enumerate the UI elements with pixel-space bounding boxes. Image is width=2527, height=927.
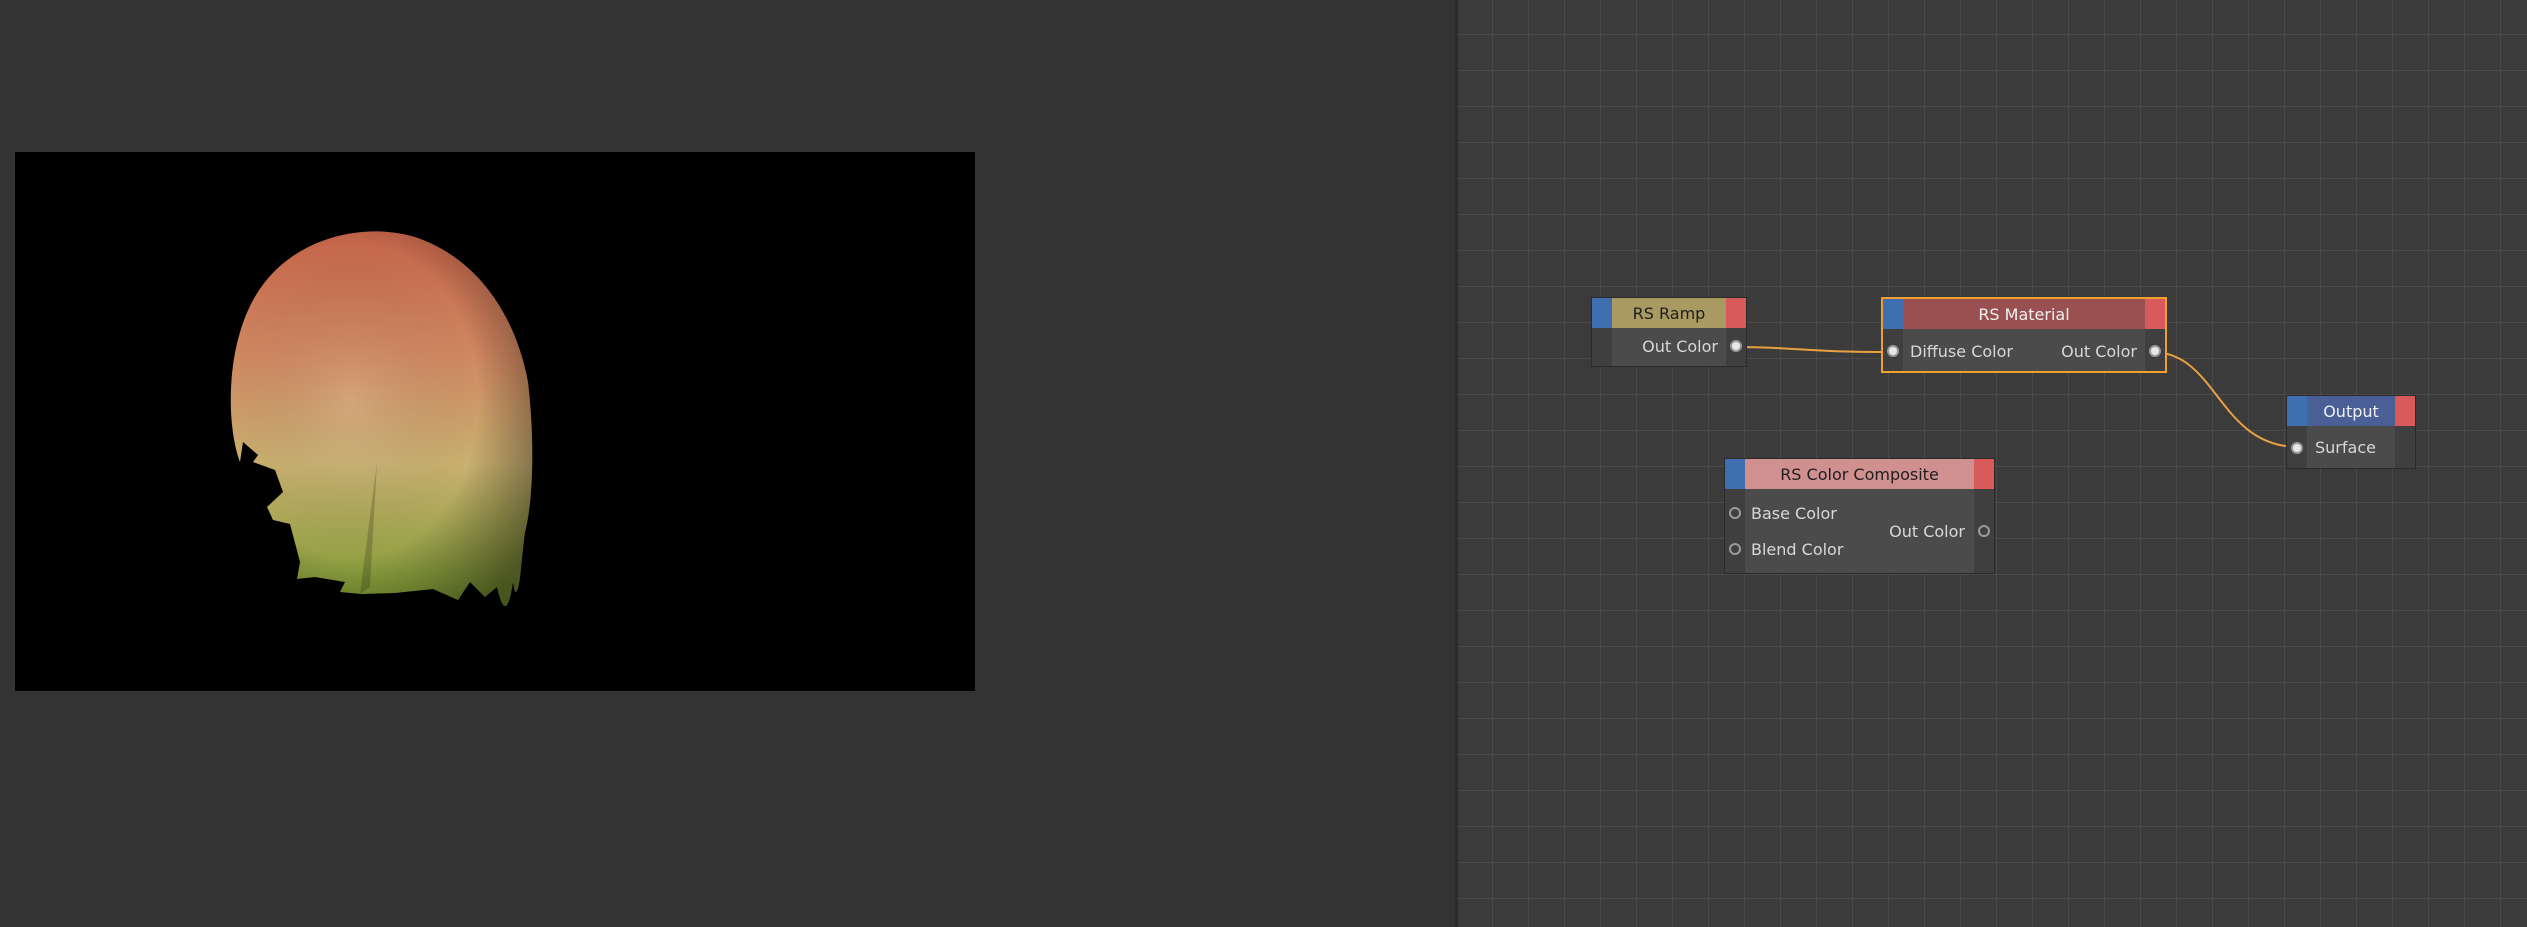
rs-material-node[interactable]: RS Material Diffuse Color Out Color [1881, 297, 2167, 373]
rs-ramp-output-tab[interactable] [1726, 298, 1746, 328]
rs-ramp-header[interactable]: RS Ramp [1592, 298, 1746, 328]
output-node[interactable]: Output Surface [2286, 395, 2416, 469]
rs-color-composite-blend-color-label: Blend Color [1751, 540, 1844, 559]
wire-ramp-to-material [1732, 346, 1895, 353]
rs-ramp-out-color-label: Out Color [1642, 337, 1718, 356]
rs-ramp-title: RS Ramp [1632, 303, 1706, 323]
rs-material-header[interactable]: RS Material [1883, 299, 2165, 329]
rs-color-composite-header[interactable]: RS Color Composite [1725, 459, 1994, 489]
wire-material-to-output [2151, 351, 2300, 448]
node-editor-canvas[interactable]: RS Ramp Out Color RS Material Diffuse Co… [1458, 0, 2527, 927]
rs-material-out-color-port[interactable] [2149, 345, 2161, 357]
rs-color-composite-base-color-label: Base Color [1751, 504, 1837, 523]
rs-color-composite-base-color-port[interactable] [1729, 507, 1741, 519]
rs-color-composite-input-tab[interactable] [1725, 459, 1745, 489]
rs-ramp-node[interactable]: RS Ramp Out Color [1591, 297, 1747, 367]
rs-material-output-tab[interactable] [2145, 299, 2165, 329]
rendered-hair-mesh [230, 231, 533, 607]
output-surface-port[interactable] [2291, 442, 2303, 454]
rs-color-composite-output-tab[interactable] [1974, 459, 1994, 489]
rs-ramp-input-tab[interactable] [1592, 298, 1612, 328]
output-surface-label: Surface [2315, 438, 2376, 457]
rs-color-composite-blend-color-port[interactable] [1729, 543, 1741, 555]
rs-color-composite-title: RS Color Composite [1780, 464, 1939, 484]
render-viewport[interactable] [15, 152, 975, 691]
rs-color-composite-node[interactable]: RS Color Composite Base Color Blend Colo… [1724, 458, 1995, 574]
rs-color-composite-out-color-label: Out Color [1889, 522, 1965, 541]
rs-color-composite-out-color-port[interactable] [1978, 525, 1990, 537]
rs-material-out-color-label: Out Color [2061, 342, 2137, 361]
rs-material-title: RS Material [1978, 304, 2070, 324]
rs-material-diffuse-color-label: Diffuse Color [1910, 342, 2013, 361]
output-output-tab[interactable] [2395, 396, 2415, 426]
output-input-tab[interactable] [2287, 396, 2307, 426]
render-panel [0, 0, 1455, 927]
rs-ramp-out-color-port[interactable] [1730, 340, 1742, 352]
rs-material-input-tab[interactable] [1883, 299, 1903, 329]
rs-material-diffuse-color-port[interactable] [1887, 345, 1899, 357]
output-title: Output [2323, 401, 2379, 421]
